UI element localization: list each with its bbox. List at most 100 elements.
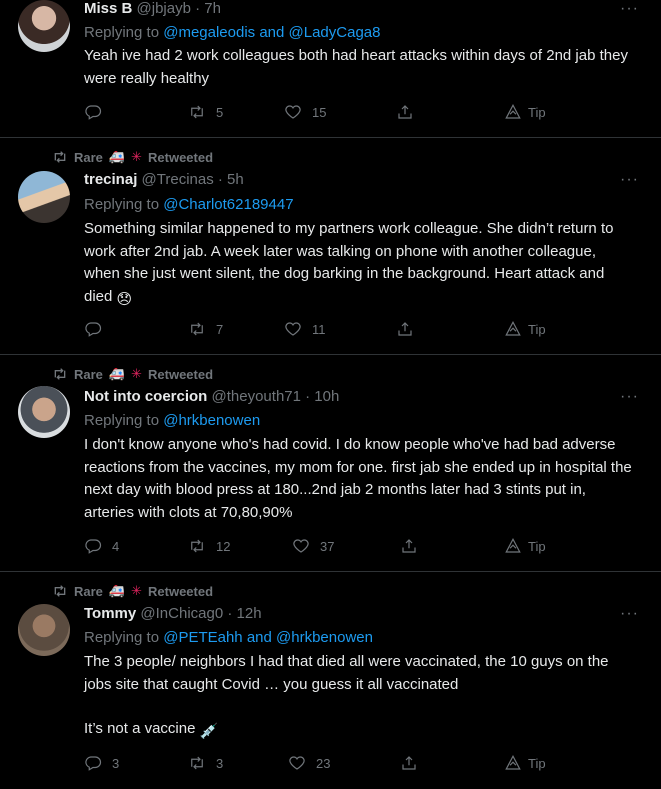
handle-time[interactable]: @InChicag0 · 12h: [140, 605, 261, 622]
retweet-context: Rare 🚑 ✳ Retweeted: [52, 149, 213, 165]
retweeted-label: Retweeted: [148, 366, 214, 382]
tweet-header: trecinaj @Trecinas · 5h: [84, 171, 244, 188]
share-button[interactable]: [396, 103, 414, 121]
reply-count: 3: [112, 755, 120, 771]
tweet-4[interactable]: Rare 🚑 ✳ Retweeted Tommy @InChicag0 · 12h…: [0, 572, 661, 789]
reply-button[interactable]: [84, 320, 112, 338]
retweet-button[interactable]: 3: [188, 754, 223, 772]
disappointed-emoji: 😞: [116, 290, 133, 308]
retweeted-icon: [54, 368, 66, 380]
retweet-context: Rare 🚑 ✳ Retweeted: [52, 366, 213, 382]
retweeted-icon: [54, 151, 66, 163]
tweet-text: Something similar happened to my partner…: [84, 220, 614, 305]
tweet-text: Yeah ive had 2 work colleagues both had …: [84, 47, 628, 87]
share-icon: [400, 754, 418, 772]
tweet-1[interactable]: Miss B @jbjayb · 7h ··· Replying to @meg…: [0, 0, 661, 138]
tip-icon: [504, 320, 522, 338]
retweet-icon: [188, 103, 206, 121]
like-icon: [292, 537, 310, 555]
tweet-text-block: Something similar happened to my partner…: [84, 218, 632, 311]
like-icon: [288, 754, 306, 772]
reply-button[interactable]: 3: [84, 754, 119, 772]
tweet-text: The 3 people/ neighbors I had that died …: [84, 653, 609, 693]
tweet-2[interactable]: Rare 🚑 ✳ Retweeted trecinaj @Trecinas · 5…: [0, 138, 661, 355]
tip-button[interactable]: Tip: [504, 754, 546, 772]
like-count: 37: [320, 538, 335, 554]
retweet-context: Rare 🚑 ✳ Retweeted: [52, 583, 213, 599]
retweeter-name[interactable]: Rare: [74, 150, 103, 165]
reply-count: 4: [112, 538, 120, 554]
tip-label: Tip: [528, 104, 546, 120]
tweet-actions: 7 11 Tip: [84, 320, 564, 344]
share-icon: [400, 537, 418, 555]
tip-label: Tip: [528, 538, 546, 554]
tip-button[interactable]: Tip: [504, 537, 546, 555]
replying-prefix: Replying to: [84, 629, 164, 646]
display-name[interactable]: Not into coercion: [84, 388, 207, 405]
tweet-header: Miss B @jbjayb · 7h: [84, 0, 221, 17]
retweeter-name[interactable]: Rare: [74, 367, 103, 382]
more-options-icon[interactable]: ···: [620, 0, 639, 18]
syringe-emoji: 💉: [199, 723, 219, 740]
share-icon: [396, 320, 414, 338]
more-options-icon[interactable]: ···: [620, 388, 639, 406]
like-button[interactable]: 15: [284, 103, 326, 121]
replying-to: Replying to @PETEahh and @hrkbenowen: [84, 629, 373, 646]
mention-link[interactable]: @hrkbenowen: [163, 412, 260, 429]
like-button[interactable]: 23: [288, 754, 330, 772]
tweet-actions: 3 3 23 Tip: [84, 754, 564, 778]
tip-button[interactable]: Tip: [504, 103, 546, 121]
display-name[interactable]: Miss B: [84, 0, 132, 17]
replying-prefix: Replying to: [84, 412, 164, 429]
tip-icon: [504, 754, 522, 772]
mention-link[interactable]: @megaleodis and @LadyCaga8: [163, 24, 380, 41]
mention-link[interactable]: @Charlot62189447: [163, 196, 293, 213]
retweet-button[interactable]: 5: [188, 103, 223, 121]
retweeted-label: Retweeted: [148, 583, 214, 599]
more-options-icon[interactable]: ···: [620, 605, 639, 623]
avatar[interactable]: [18, 386, 70, 438]
tweet-header: Not into coercion @theyouth71 · 10h: [84, 388, 339, 405]
ambulance-emoji: 🚑: [108, 149, 126, 164]
tweet-header: Tommy @InChicag0 · 12h: [84, 605, 262, 622]
avatar[interactable]: [18, 171, 70, 223]
share-button[interactable]: [396, 320, 414, 338]
tip-icon: [504, 537, 522, 555]
reply-button[interactable]: 4: [84, 537, 119, 555]
display-name[interactable]: Tommy: [84, 605, 136, 622]
reply-button[interactable]: [84, 103, 112, 121]
share-icon: [396, 103, 414, 121]
reply-icon: [84, 754, 102, 772]
tweet-3[interactable]: Rare 🚑 ✳ Retweeted Not into coercion @the…: [0, 355, 661, 572]
avatar[interactable]: [18, 0, 70, 52]
avatar[interactable]: [18, 604, 70, 656]
retweet-button[interactable]: 7: [188, 320, 223, 338]
handle-time[interactable]: @theyouth71 · 10h: [212, 388, 340, 405]
share-button[interactable]: [400, 537, 418, 555]
replying-prefix: Replying to: [84, 24, 164, 41]
handle-time[interactable]: @jbjayb · 7h: [137, 0, 221, 17]
retweet-icon: [188, 320, 206, 338]
like-count: 23: [316, 755, 331, 771]
tweet-text-line-2: It’s not a vaccine 💉: [84, 718, 632, 744]
retweet-button[interactable]: 12: [188, 537, 230, 555]
like-count: 11: [312, 321, 326, 337]
like-icon: [284, 103, 302, 121]
medical-emoji: ✳: [131, 149, 143, 164]
more-options-icon[interactable]: ···: [620, 171, 639, 189]
retweet-count: 7: [216, 321, 224, 337]
retweeted-label: Retweeted: [148, 149, 214, 165]
handle-time[interactable]: @Trecinas · 5h: [142, 171, 244, 188]
medical-emoji: ✳: [131, 583, 143, 598]
retweet-count: 3: [216, 755, 224, 771]
like-button[interactable]: 11: [284, 320, 326, 338]
reply-icon: [84, 320, 102, 338]
tip-button[interactable]: Tip: [504, 320, 546, 338]
share-button[interactable]: [400, 754, 418, 772]
display-name[interactable]: trecinaj: [84, 171, 137, 188]
tip-label: Tip: [528, 755, 546, 771]
like-button[interactable]: 37: [292, 537, 334, 555]
tip-label: Tip: [528, 321, 546, 337]
retweeter-name[interactable]: Rare: [74, 584, 103, 599]
mention-link[interactable]: @PETEahh and @hrkbenowen: [163, 629, 373, 646]
